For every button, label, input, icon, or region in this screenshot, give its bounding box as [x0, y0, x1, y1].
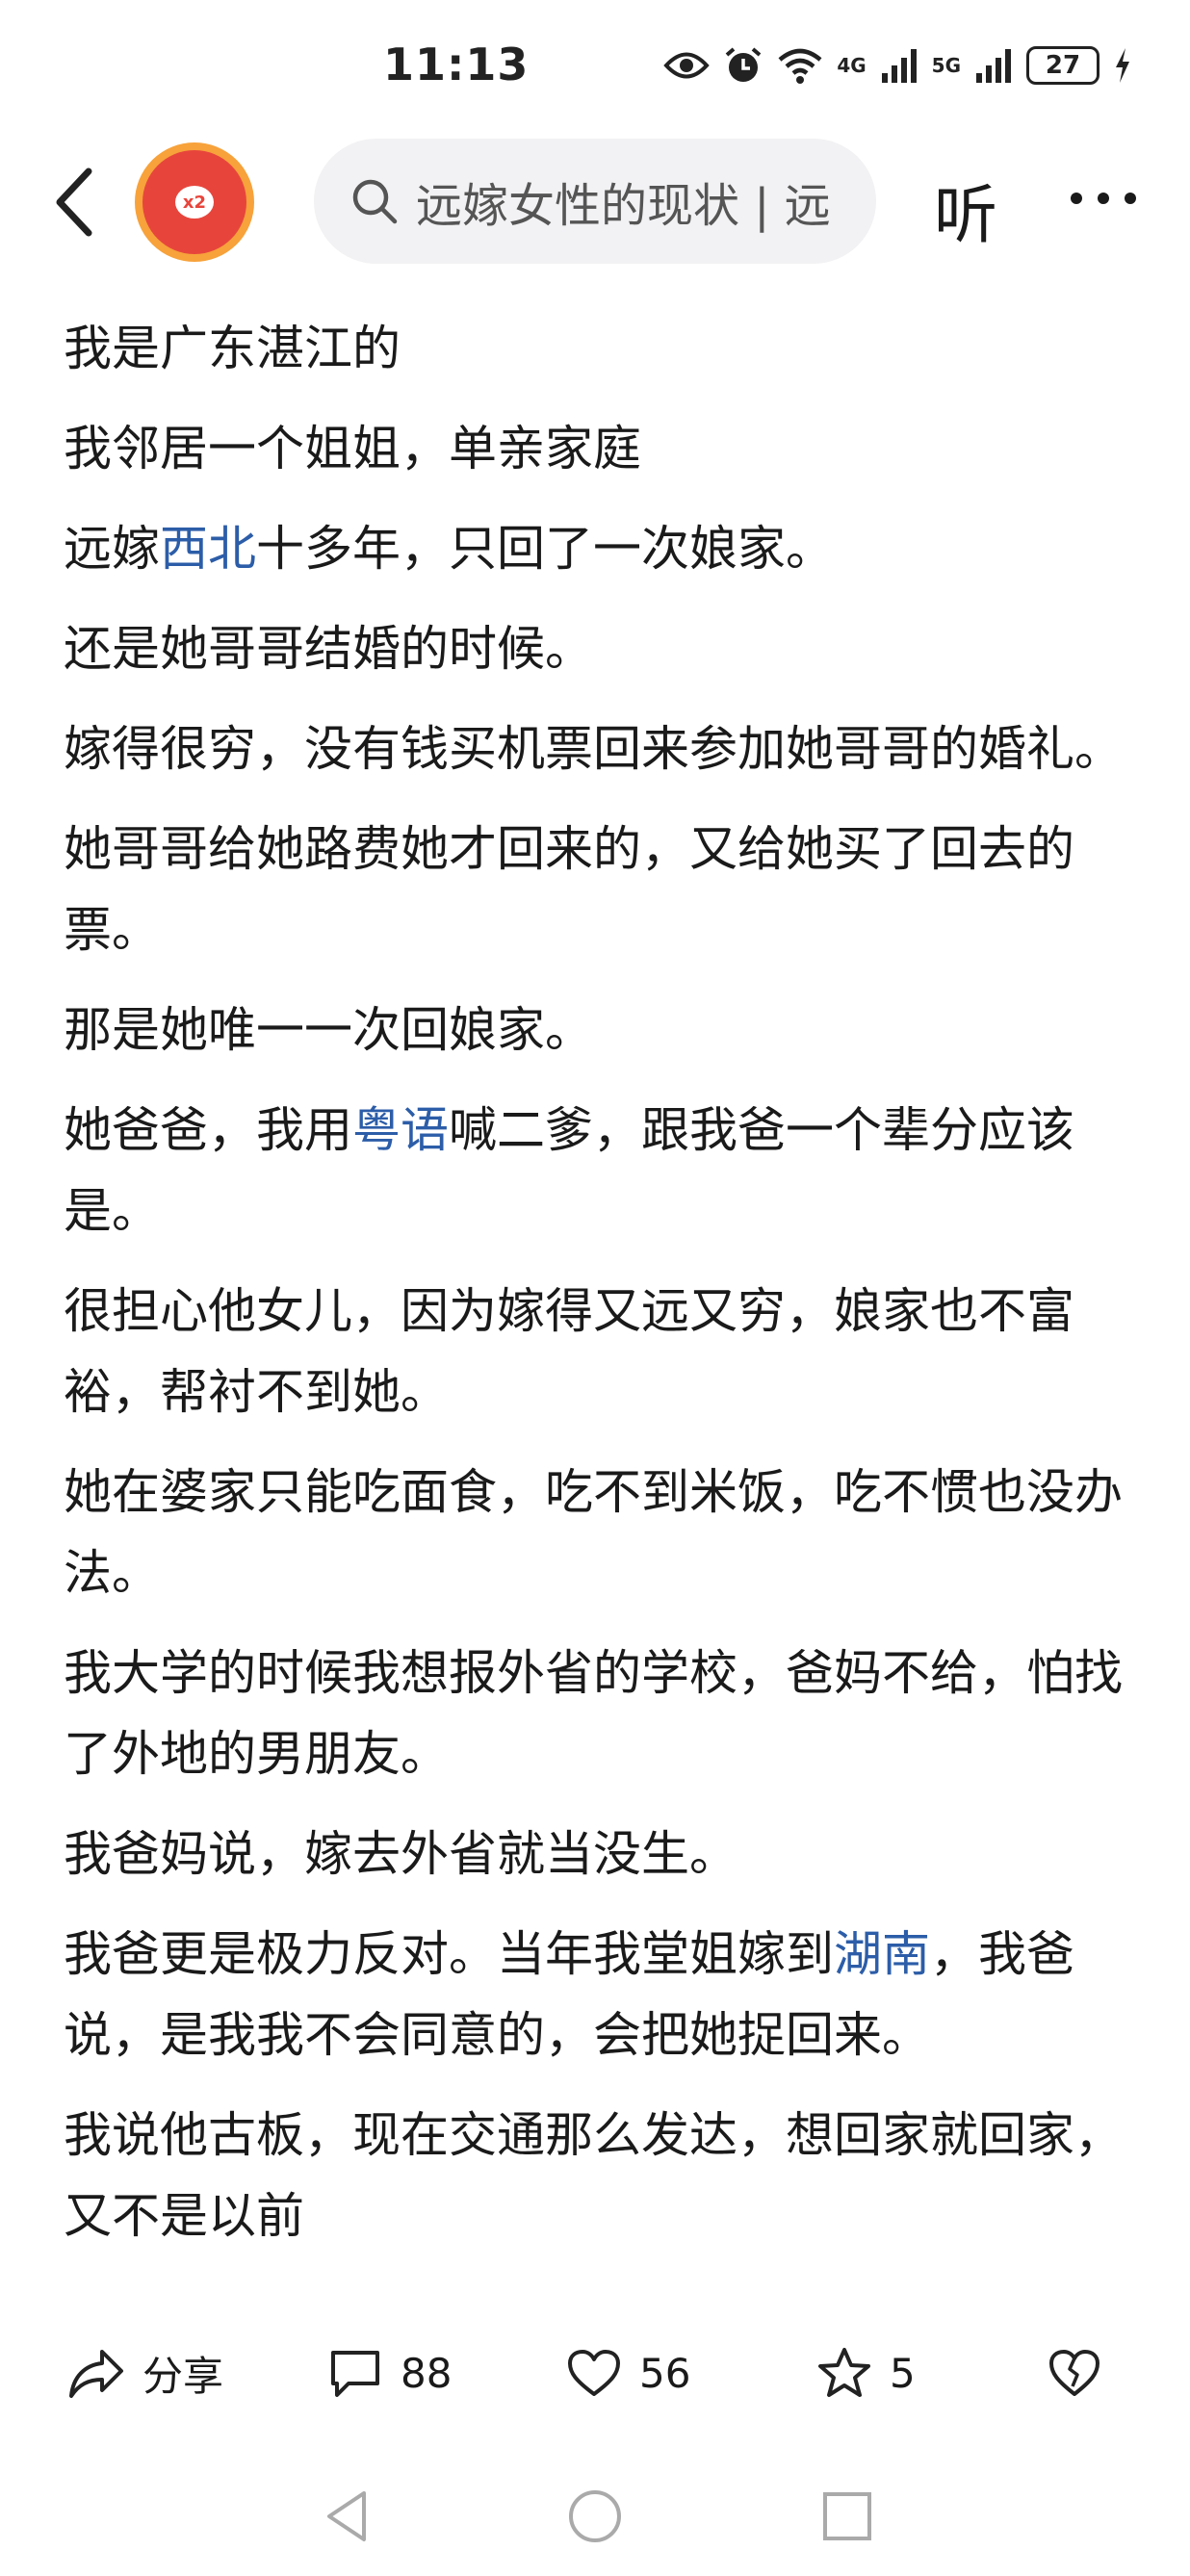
- listen-button[interactable]: 听: [934, 164, 997, 256]
- heart-icon: [568, 2350, 620, 2396]
- article-paragraph: 她爸爸，我用粤语喊二爹，跟我爸一个辈分应该是。: [64, 1090, 1132, 1251]
- more-dot: [1098, 193, 1109, 204]
- article-body: 我是广东湛江的 我邻居一个姐姐，单亲家庭 远嫁西北十多年，只回了一次娘家。 还是她哥哥…: [64, 308, 1132, 2289]
- paragraph-text: 那是她唯一一次回娘家。: [64, 1002, 593, 1058]
- paragraph-text: 嫁得很穷，没有钱买机票回来参加她哥哥的婚礼。: [64, 721, 1123, 777]
- dislike-button[interactable]: [1048, 2339, 1101, 2407]
- paragraph-text: 十多年，只回了一次娘家。: [256, 521, 834, 577]
- paragraph-text: 她在婆家只能吃面食，吃不到米饭，吃不惯也没办法。: [64, 1464, 1123, 1601]
- charging-icon: [1116, 48, 1129, 83]
- action-bar: 分享 88 56 5: [0, 2310, 1190, 2435]
- comment-button[interactable]: 88: [327, 2339, 452, 2407]
- back-arrow-icon[interactable]: [46, 164, 104, 241]
- paragraph-text: 我说他古板，现在交通那么发达，想回家就回家，又不是以前: [64, 2107, 1123, 2244]
- star-icon: [818, 2348, 870, 2397]
- nav-back-icon[interactable]: [322, 2487, 372, 2545]
- paragraph-text: 她哥哥给她路费她才回来的，又给她买了回去的票。: [64, 821, 1074, 958]
- article-paragraph: 我大学的时候我想报外省的学校，爸妈不给，怕找了外地的男朋友。: [64, 1633, 1132, 1794]
- article-paragraph: 她哥哥给她路费她才回来的，又给她买了回去的票。: [64, 809, 1132, 970]
- more-dot: [1071, 193, 1082, 204]
- signal-icon-2: [976, 49, 1011, 83]
- status-time: 11:13: [383, 39, 530, 90]
- keyword-link[interactable]: 粤语: [352, 1102, 449, 1158]
- article-paragraph: 那是她唯一一次回娘家。: [64, 990, 1132, 1070]
- signal-icon-1: [881, 49, 917, 83]
- paragraph-text: 我爸妈说，嫁去外省就当没生。: [64, 1826, 737, 1882]
- status-bar: 11:13 4G 5G 27: [0, 0, 1190, 135]
- search-bar[interactable]: 远嫁女性的现状 | 远: [314, 139, 876, 264]
- favorite-count: 5: [890, 2349, 916, 2397]
- article-paragraph: 我爸妈说，嫁去外省就当没生。: [64, 1814, 1132, 1894]
- paragraph-text: 她爸爸，我用: [64, 1102, 352, 1158]
- paragraph-text: 我大学的时候我想报外省的学校，爸妈不给，怕找了外地的男朋友。: [64, 1645, 1123, 1782]
- paragraph-text: 我邻居一个姐姐，单亲家庭: [64, 421, 641, 477]
- network-type-2: 5G: [931, 54, 961, 77]
- nav-recents-icon[interactable]: [820, 2487, 874, 2545]
- comment-count: 88: [401, 2349, 453, 2397]
- paragraph-text: 我是广东湛江的: [64, 321, 401, 376]
- wifi-icon: [778, 48, 822, 84]
- more-dot: [1125, 193, 1136, 204]
- more-options-icon[interactable]: [1071, 193, 1136, 204]
- search-query-text: 远嫁女性的现状 | 远: [416, 179, 830, 233]
- network-type-1: 4G: [837, 54, 867, 77]
- paragraph-text: 还是她哥哥结婚的时候。: [64, 621, 593, 677]
- system-nav-bar: [0, 2464, 1190, 2576]
- keyword-link[interactable]: 湖南: [834, 1926, 930, 1982]
- share-icon: [69, 2350, 123, 2398]
- keyword-link[interactable]: 西北: [160, 521, 256, 577]
- like-button[interactable]: 56: [566, 2339, 690, 2407]
- paragraph-text: 远嫁: [64, 521, 160, 577]
- article-paragraph: 嫁得很穷，没有钱买机票回来参加她哥哥的婚礼。: [64, 708, 1132, 789]
- battery-indicator: 27: [1026, 46, 1099, 85]
- red-packet-body: x2: [142, 150, 246, 254]
- article-paragraph: 很担心他女儿，因为嫁得又远又穷，娘家也不富裕，帮衬不到她。: [64, 1271, 1132, 1432]
- article-paragraph: 我爸更是极力反对。当年我堂姐嫁到湖南，我爸说，是我我不会同意的，会把她捉回来。: [64, 1914, 1132, 2075]
- article-paragraph: 我说他古板，现在交通那么发达，想回家就回家，又不是以前: [64, 2095, 1132, 2256]
- top-bar: x2 远嫁女性的现状 | 远 听: [0, 135, 1190, 270]
- share-label: 分享: [142, 2352, 224, 2400]
- share-button[interactable]: 分享: [67, 2339, 223, 2407]
- article-paragraph: 我邻居一个姐姐，单亲家庭: [64, 408, 1132, 489]
- paragraph-text: 很担心他女儿，因为嫁得又远又穷，娘家也不富裕，帮衬不到她。: [64, 1283, 1074, 1420]
- article-paragraph: 还是她哥哥结婚的时候。: [64, 608, 1132, 689]
- comment-icon: [331, 2351, 379, 2397]
- article-paragraph: 远嫁西北十多年，只回了一次娘家。: [64, 508, 1132, 589]
- broken-heart-icon: [1049, 2350, 1099, 2396]
- article-paragraph: 我是广东湛江的: [64, 308, 1132, 389]
- reward-multiplier-badge: x2: [175, 186, 214, 219]
- alarm-icon: [726, 47, 762, 82]
- like-count: 56: [639, 2349, 691, 2397]
- red-packet-reward-icon[interactable]: x2: [135, 142, 254, 262]
- paragraph-text: 我爸更是极力反对。当年我堂姐嫁到: [64, 1926, 834, 1982]
- eye-icon: [663, 52, 711, 79]
- favorite-button[interactable]: 5: [816, 2339, 916, 2407]
- search-icon: [352, 179, 398, 224]
- nav-home-icon[interactable]: [566, 2487, 624, 2545]
- article-paragraph: 她在婆家只能吃面食，吃不到米饭，吃不惯也没办法。: [64, 1452, 1132, 1613]
- status-icons: 4G 5G 27: [663, 39, 1132, 92]
